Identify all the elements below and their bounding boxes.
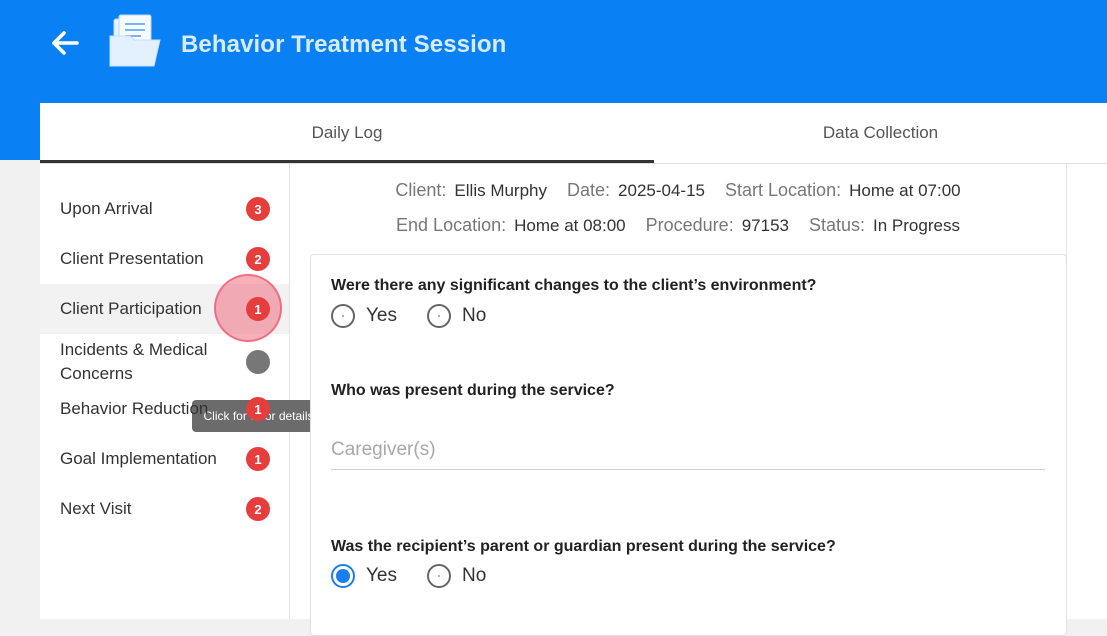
session-meta-row-2: End Location: Home at 08:00 Procedure: 971… [290, 215, 1066, 236]
page-title: Behavior Treatment Session [181, 31, 507, 58]
end-location-value: Home at 08:00 [514, 216, 626, 235]
radio-label: Yes [366, 565, 397, 586]
sidebar-item-label: Client Presentation [60, 249, 204, 268]
radio-no[interactable]: No [427, 564, 486, 588]
question-environment-changes: Were there any significant changes to th… [331, 277, 817, 294]
end-location-info: End Location: Home at 08:00 [396, 215, 626, 236]
start-location-value: Home at 07:00 [849, 181, 961, 200]
client-value: Ellis Murphy [454, 181, 548, 200]
start-location-info: Start Location: Home at 07:00 [725, 180, 961, 201]
radio-yes[interactable]: Yes [331, 564, 397, 588]
procedure-label: Procedure: [645, 215, 734, 235]
error-count-badge[interactable]: 1 [246, 447, 270, 471]
error-count-badge[interactable] [246, 350, 270, 374]
date-info: Date: 2025-04-15 [567, 180, 705, 201]
sidebar-item-label: Behavior Reduction [60, 399, 209, 418]
radio-label: No [462, 305, 487, 326]
folder-documents-icon [108, 14, 162, 68]
sidebar-item-label: Next Visit [60, 499, 132, 518]
sidebar-item-label: Upon Arrival [60, 199, 153, 218]
status-label: Status: [808, 215, 866, 235]
back-arrow-icon[interactable] [48, 26, 84, 60]
question-form: Were there any significant changes to th… [310, 254, 1067, 636]
procedure-info: Procedure: 97153 [646, 215, 789, 236]
status-value: In Progress [873, 216, 960, 235]
sidebar-item-label: Goal Implementation [60, 449, 217, 468]
status-info: Status: In Progress [809, 215, 960, 236]
question-who-present: Who was present during the service? [331, 382, 615, 399]
radio-group-environment-changes: Yes No [331, 304, 516, 328]
error-count-badge[interactable]: 2 [246, 247, 270, 271]
tab-bar: Daily Log Data Collection [40, 103, 1107, 164]
section-sidebar: Upon Arrival 3 Client Presentation 2 Cli… [40, 164, 325, 619]
date-label: Date: [567, 180, 611, 200]
click-highlight [214, 274, 282, 342]
client-label: Client: [395, 180, 447, 200]
tab-data-collection[interactable]: Data Collection [654, 103, 1107, 163]
radio-circle-icon[interactable] [427, 564, 451, 588]
right-panel-edge [1066, 164, 1107, 619]
date-value: 2025-04-15 [618, 181, 706, 200]
radio-yes[interactable]: Yes [331, 304, 397, 328]
radio-group-guardian-present: Yes No [331, 564, 516, 588]
sidebar-item-incidents-medical-concerns[interactable]: Incidents & Medical Concerns [40, 334, 289, 390]
sidebar-item-goal-implementation[interactable]: Goal Implementation 1 [40, 434, 289, 484]
radio-circle-icon[interactable] [427, 304, 451, 328]
active-tab-indicator [40, 160, 654, 163]
sidebar-item-label: Incidents & Medical Concerns [60, 340, 208, 383]
radio-selected-icon[interactable] [331, 564, 355, 588]
error-count-badge[interactable]: 3 [246, 197, 270, 221]
main-card: Daily Log Data Collection Upon Arrival 3… [40, 103, 1107, 636]
radio-label: No [462, 565, 487, 586]
sidebar-item-upon-arrival[interactable]: Upon Arrival 3 [40, 184, 289, 234]
sidebar-item-next-visit[interactable]: Next Visit 2 [40, 484, 289, 534]
client-info: Client: Ellis Murphy [395, 180, 547, 201]
error-count-badge[interactable]: 1 [246, 397, 270, 421]
end-location-label: End Location: [396, 215, 507, 235]
tab-daily-log[interactable]: Daily Log [40, 103, 654, 163]
start-location-label: Start Location: [725, 180, 842, 200]
sidebar-item-behavior-reduction[interactable]: Behavior Reduction 1 [40, 384, 289, 434]
procedure-value: 97153 [741, 216, 789, 235]
error-count-badge[interactable]: 2 [246, 497, 270, 521]
caregivers-input[interactable] [331, 431, 1045, 470]
radio-circle-icon[interactable] [331, 304, 355, 328]
radio-no[interactable]: No [427, 304, 486, 328]
question-guardian-present: Was the recipient’s parent or guardian p… [331, 538, 836, 555]
radio-label: Yes [366, 305, 397, 326]
session-meta-row-1: Client: Ellis Murphy Date: 2025-04-15 Star… [290, 180, 1066, 201]
